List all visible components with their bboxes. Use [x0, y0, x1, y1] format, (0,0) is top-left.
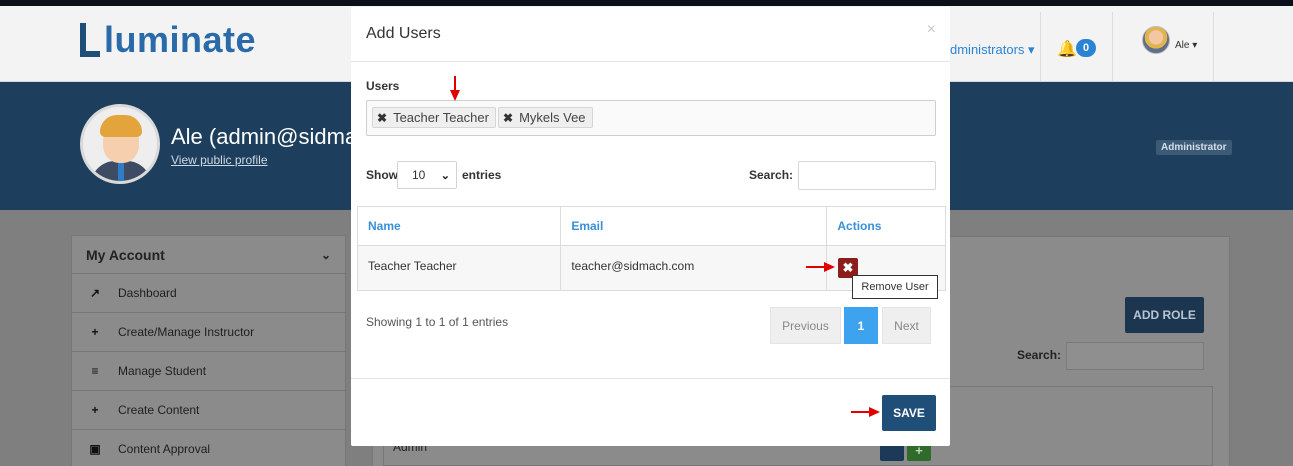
entries-per-page-select[interactable]: 10 ⌄: [397, 161, 457, 189]
annotation-arrow-right: [851, 407, 880, 417]
nav-administrators-menu[interactable]: dministrators ▾: [950, 42, 1035, 58]
pagination-next[interactable]: Next: [882, 307, 931, 344]
user-avatar[interactable]: [1142, 26, 1170, 54]
list-icon: ≡: [91, 364, 99, 378]
add-users-modal: Add Users × Users ✖ Teacher Teacher ✖ My…: [351, 7, 950, 446]
search-input[interactable]: [798, 161, 936, 190]
table-cell-name: Teacher Teacher: [358, 246, 562, 290]
selected-user-tag: ✖ Mykels Vee: [498, 107, 593, 128]
modal-header: Add Users ×: [351, 7, 950, 62]
notification-count-badge: 0: [1076, 39, 1096, 57]
add-role-button[interactable]: ADD ROLE: [1125, 297, 1204, 333]
sidebar-item-create-manage-instructor[interactable]: + Create/Manage Instructor: [72, 313, 345, 352]
sidebar-header[interactable]: My Account ⌄: [72, 236, 345, 274]
pagination: Previous 1 Next: [770, 307, 931, 344]
selected-user-tag: ✖ Teacher Teacher: [372, 107, 496, 128]
role-badge: Administrator: [1156, 140, 1232, 155]
sidebar-item-create-content[interactable]: + Create Content: [72, 391, 345, 430]
modal-title: Add Users: [366, 25, 441, 42]
show-label: Show: [366, 168, 398, 182]
nav-divider: [1112, 12, 1113, 82]
chevron-down-icon: ⌄: [440, 170, 450, 182]
view-public-profile-link[interactable]: View public profile: [171, 153, 268, 167]
save-button[interactable]: SAVE: [882, 395, 936, 431]
column-header-actions: Actions: [837, 219, 882, 233]
close-icon[interactable]: ×: [927, 21, 936, 39]
nav-divider: [1040, 12, 1041, 82]
table-cell-email: teacher@sidmach.com: [561, 246, 828, 290]
pagination-page-1[interactable]: 1: [844, 307, 878, 344]
users-multiselect[interactable]: ✖ Teacher Teacher ✖ Mykels Vee: [366, 100, 936, 136]
app-logo[interactable]: luminate: [78, 19, 256, 60]
bell-icon[interactable]: 🔔: [1057, 39, 1077, 59]
remove-user-tooltip: Remove User: [852, 275, 938, 299]
plus-icon: +: [91, 403, 99, 417]
column-header-name[interactable]: Name: [358, 207, 562, 245]
logo-icon: [78, 23, 100, 57]
table-header-row: Name Email Actions: [358, 207, 945, 246]
user-menu[interactable]: Ale ▾: [1175, 40, 1197, 51]
roles-search-input[interactable]: [1066, 342, 1204, 370]
profile-name: Ale (admin@sidmac: [171, 124, 369, 149]
column-header-email[interactable]: Email: [561, 207, 828, 245]
entries-label: entries: [462, 168, 502, 182]
table-info: Showing 1 to 1 of 1 entries: [366, 315, 509, 329]
annotation-arrow-down: [450, 76, 460, 101]
chart-icon: ↗: [89, 286, 101, 300]
roles-search-label: Search:: [1017, 348, 1062, 362]
search-label: Search:: [749, 168, 794, 182]
sidebar-item-content-approval[interactable]: ▣ Content Approval: [72, 430, 345, 466]
pagination-previous[interactable]: Previous: [770, 307, 841, 344]
profile-avatar: [80, 104, 160, 184]
remove-tag-icon[interactable]: ✖: [377, 111, 387, 125]
sidebar: My Account ⌄ ↗ Dashboard + Create/Manage…: [71, 235, 346, 466]
sidebar-item-dashboard[interactable]: ↗ Dashboard: [72, 274, 345, 313]
plus-icon: +: [91, 325, 99, 339]
annotation-arrow-right: [806, 262, 835, 272]
users-label: Users: [366, 79, 400, 93]
chevron-down-icon: ⌄: [320, 247, 331, 262]
sidebar-item-manage-student[interactable]: ≡ Manage Student: [72, 352, 345, 391]
remove-tag-icon[interactable]: ✖: [503, 111, 513, 125]
nav-divider: [1213, 12, 1214, 82]
clipboard-icon: ▣: [89, 442, 101, 456]
